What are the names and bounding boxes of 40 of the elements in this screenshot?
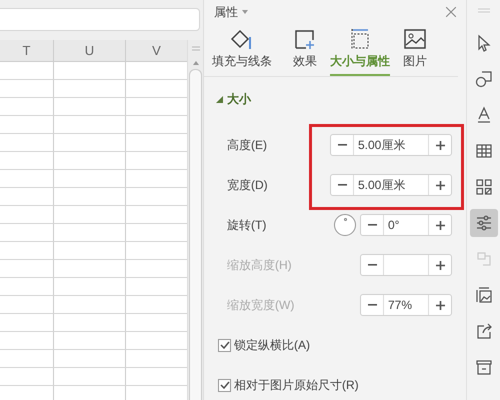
sliders-icon[interactable] [470,209,498,237]
number-spinner[interactable]: 0° [360,214,452,236]
checkbox-label[interactable]: 锁定纵横比(A) [234,336,310,354]
image-icon [402,28,428,50]
field-label: 缩放高度(H) [226,256,292,274]
checkbox[interactable] [218,378,231,392]
field-label: 宽度(D) [226,176,268,194]
plus-icon [436,260,444,270]
formula-field[interactable] [0,8,200,31]
number-spinner[interactable]: 5.00厘米 [330,134,452,156]
checkbox-label[interactable]: 相对于图片原始尺寸(R) [234,376,359,394]
section-header[interactable]: 大小 [216,91,452,108]
field-label: 缩放宽度(W) [226,296,294,314]
minus-icon [338,184,346,186]
minus-icon [368,224,376,226]
rotation-dial[interactable] [334,214,356,236]
plus-icon [436,220,444,230]
tab[interactable]: 图片 [402,28,428,76]
tab[interactable]: 效果 [292,28,318,76]
column-header[interactable]: U [54,40,126,61]
caret-icon[interactable] [242,10,248,14]
close-icon[interactable] [446,7,456,17]
plus-icon [436,180,444,190]
plus-icon [436,140,444,150]
field-label: 高度(E) [226,136,267,154]
number-spinner[interactable]: 5.00厘米 [330,174,452,196]
column-header[interactable]: T [0,40,54,61]
minus-icon [338,144,346,146]
column-header[interactable]: V [126,40,187,61]
collapse-triangle-icon [216,96,223,103]
scrollbar-thumb[interactable] [189,69,202,400]
grip-icon[interactable] [478,8,490,13]
checkbox[interactable] [218,338,231,352]
panel-title[interactable]: 属性 [214,4,238,20]
field-label: 旋转(T) [226,216,266,234]
minus-icon [368,304,376,306]
minus-icon [368,264,376,266]
section-title: 大小 [227,91,251,108]
tab[interactable]: 填充与线条 [212,28,272,76]
plus-icon [436,300,444,310]
